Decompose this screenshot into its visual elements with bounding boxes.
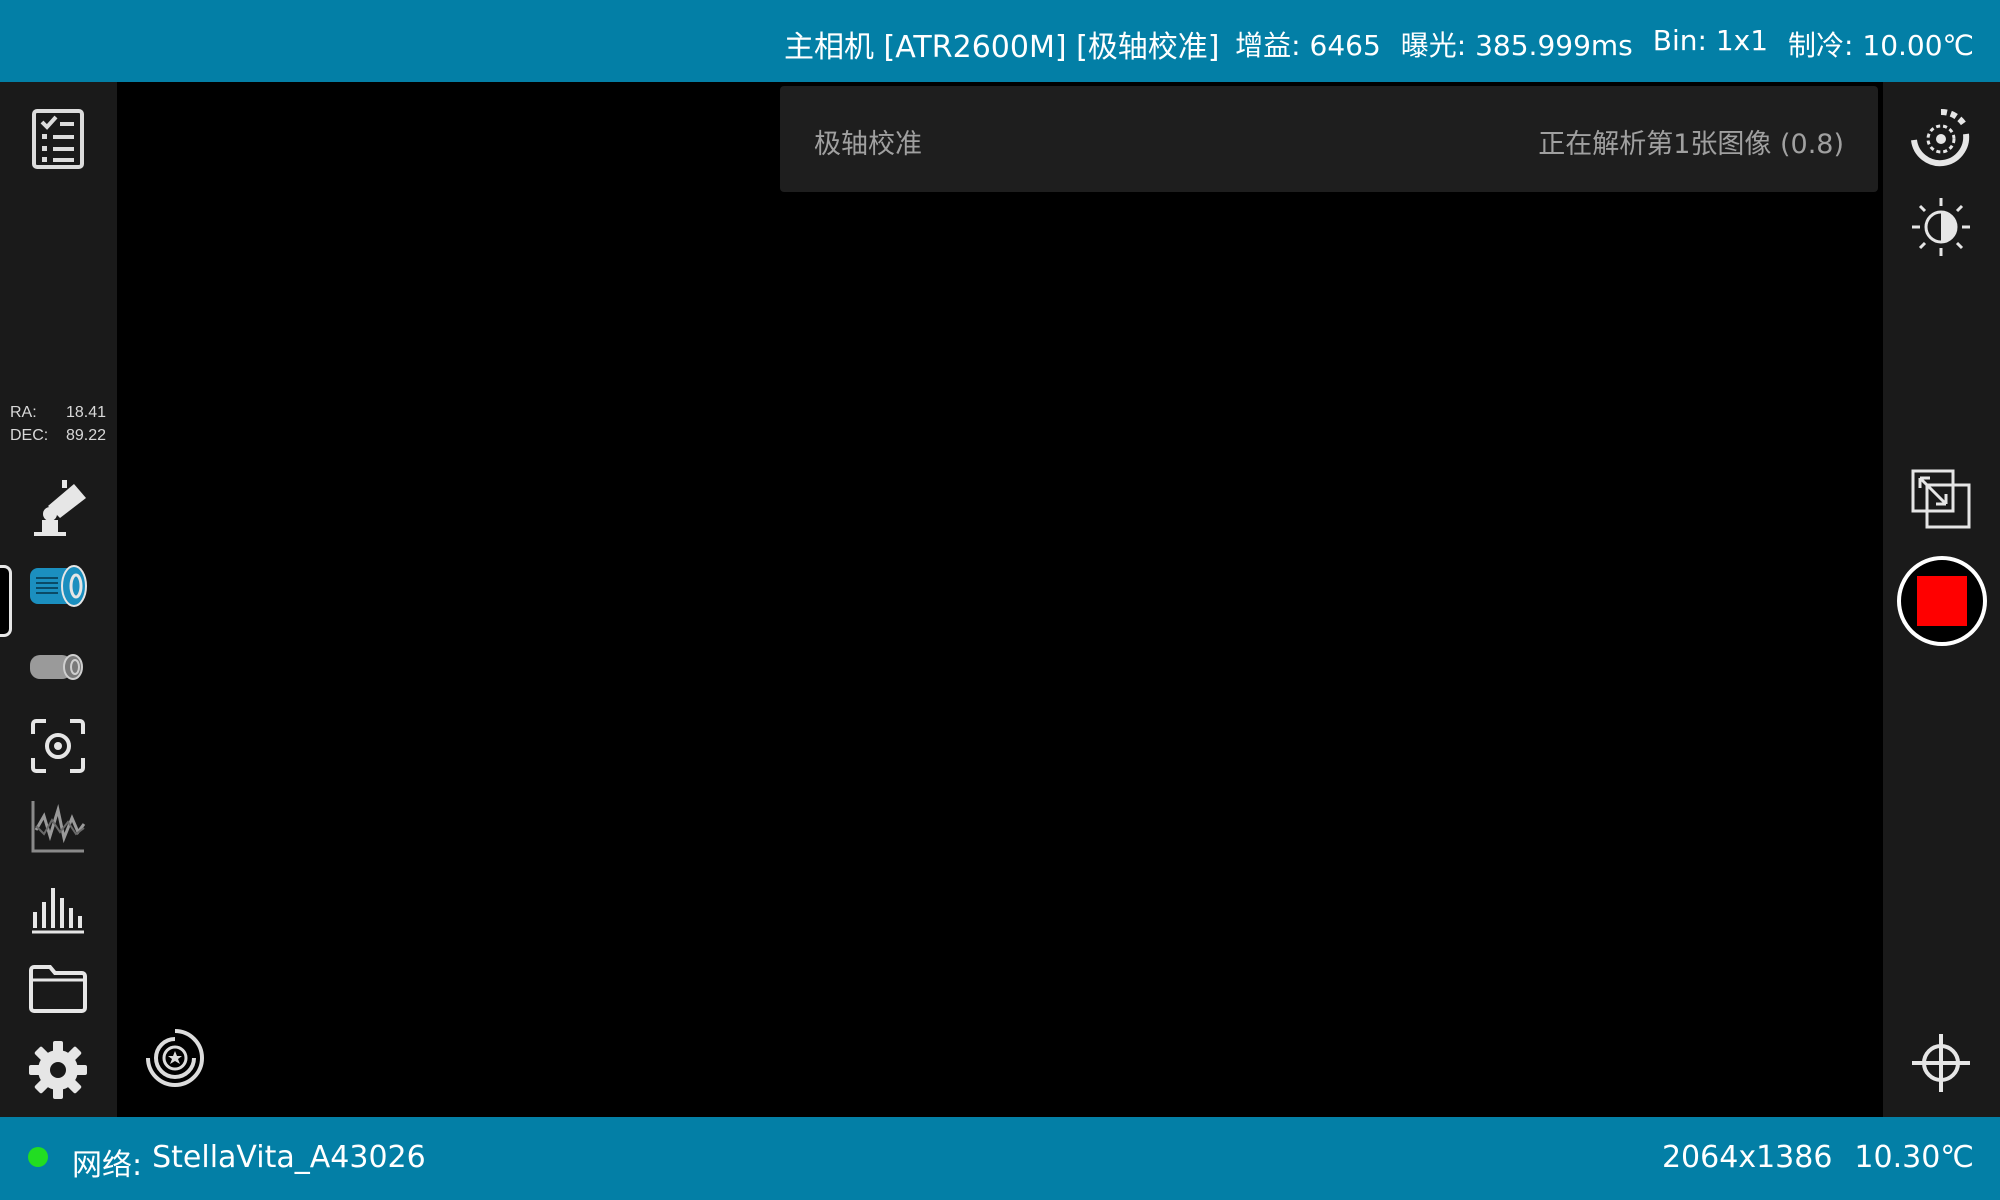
- ra-value: 18.41: [65, 404, 106, 421]
- guide-camera-icon[interactable]: [28, 652, 88, 682]
- side-drawer-handle[interactable]: [0, 565, 12, 637]
- polar-align-title: 极轴校准: [814, 129, 922, 160]
- network-label: 网络:: [72, 1148, 143, 1183]
- image-resolution: 2064x1386: [1661, 1140, 1833, 1175]
- polar-align-status-panel: 极轴校准 正在解析第1张图像 (0.8): [780, 86, 1878, 192]
- image-viewer[interactable]: [117, 82, 1883, 1117]
- image-info: 2064x1386 10.30℃: [1662, 1140, 1974, 1175]
- autostretch-icon[interactable]: [1910, 108, 1972, 170]
- camera-stats: 增益: 6465 曝光: 385.999ms Bin: 1x1 制冷: 10.0…: [1235, 24, 1974, 64]
- main-camera-icon[interactable]: [28, 562, 90, 610]
- camera-title: 主相机 [ATR2600M] [极轴校准]: [784, 30, 1220, 65]
- gain-value: 增益: 6465: [1235, 29, 1381, 62]
- app-logo-icon: [146, 1029, 204, 1087]
- dec-value: 89.22: [65, 427, 106, 444]
- polar-align-progress: 正在解析第1张图像 (0.8): [1538, 129, 1844, 160]
- ra-label: RA:: [10, 404, 37, 421]
- bottom-status-bar: 网络: StellaVita_A43026 2064x1386 10.30℃: [0, 1117, 2000, 1200]
- dec-label: DEC:: [10, 427, 49, 444]
- guide-graph-icon[interactable]: [30, 798, 86, 854]
- crosshair-icon[interactable]: [1910, 1032, 1972, 1094]
- network-name: StellaVita_A43026: [152, 1140, 426, 1175]
- bin-value: Bin: 1x1: [1652, 24, 1769, 57]
- network-info: 网络: StellaVita_A43026: [72, 1140, 426, 1184]
- stop-record-button[interactable]: [1896, 555, 1988, 647]
- cooling-value: 制冷: 10.00℃: [1788, 29, 1974, 62]
- histogram-icon[interactable]: [30, 884, 86, 934]
- mount-coordinates: RA: 18.41 DEC: 89.22: [10, 404, 106, 450]
- sensor-temperature: 10.30℃: [1854, 1140, 1974, 1175]
- top-status-bar: 主相机 [ATR2600M] [极轴校准] 增益: 6465 曝光: 385.9…: [0, 0, 2000, 82]
- focus-icon[interactable]: [30, 718, 86, 774]
- exposure-value: 曝光: 385.999ms: [1400, 29, 1633, 62]
- crop-icon[interactable]: [1910, 468, 1972, 530]
- folder-icon[interactable]: [28, 962, 88, 1014]
- settings-icon[interactable]: [28, 1040, 88, 1100]
- network-status-indicator: [28, 1147, 48, 1167]
- mount-icon[interactable]: [28, 478, 88, 538]
- checklist-icon[interactable]: [31, 108, 85, 170]
- brightness-icon[interactable]: [1910, 196, 1972, 258]
